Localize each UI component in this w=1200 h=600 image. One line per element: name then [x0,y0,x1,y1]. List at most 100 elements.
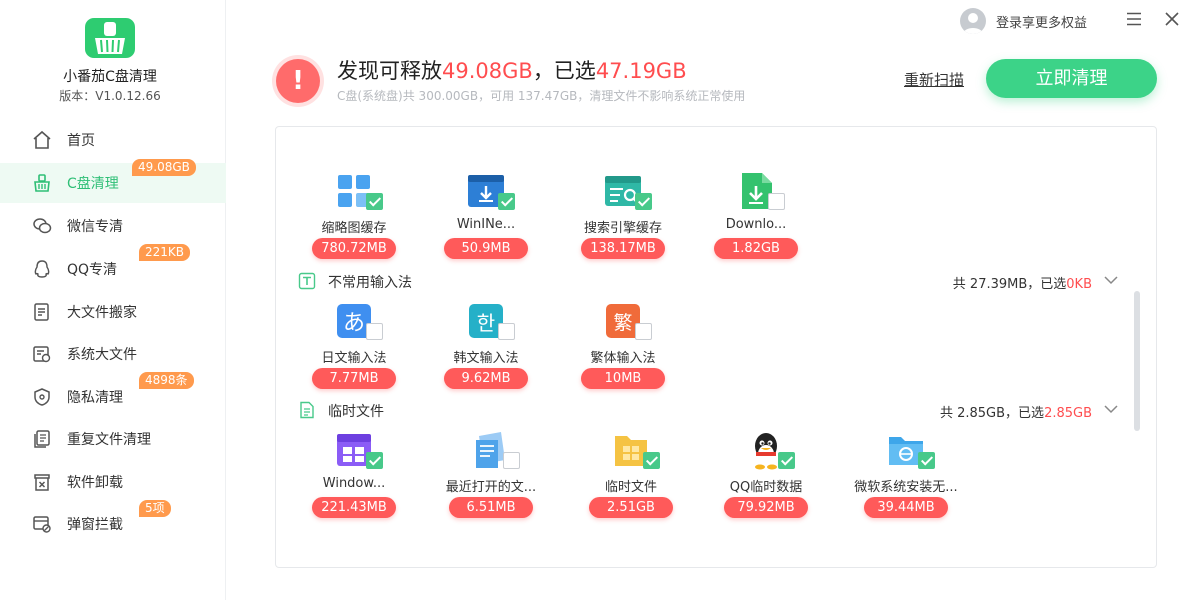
status-badge: 4898条 [139,372,194,389]
item-checkbox[interactable] [643,452,660,469]
list-item[interactable]: 缩略图缓存 780.72MB [289,171,419,261]
section-selected: 0KB [1066,277,1092,292]
item-size: 50.9MB [444,238,528,259]
item-name: Window... [322,476,386,491]
section-total: 共 2.85GB，已选 [939,406,1045,421]
item-checkbox[interactable] [498,193,515,210]
list-item[interactable]: 微软系统安装无... 39.44MB [841,430,971,520]
list-item[interactable]: 最近打开的文... 6.51MB [426,430,556,520]
item-name: WinINe... [456,217,516,232]
section-header-ime: 不常用输入法 共 27.39MB，已选0KB [276,269,1156,293]
item-size: 2.51GB [589,497,673,518]
sidebar-item-label: 重复文件清理 [67,432,151,448]
qq-icon [31,258,53,280]
sidebar-item-home[interactable]: 首页 [0,120,226,160]
free-size: 49.08GB [442,59,533,83]
chevron-down-icon[interactable] [1104,275,1118,285]
item-checkbox[interactable] [768,193,785,210]
clean-now-button[interactable]: 立即清理 [986,59,1157,98]
list-item[interactable]: 搜索引擎缓存 138.17MB [558,171,688,261]
item-name: 繁体输入法 [590,351,656,366]
item-name: 日文输入法 [321,351,387,366]
item-name: 韩文输入法 [453,351,519,366]
disk-info: C盘(系统盘)共 300.00GB，可用 137.47GB，清理文件不影响系统正… [337,89,746,103]
sidebar-item-popup-block[interactable]: 弹窗拦截 [0,504,226,544]
status-badge: 49.08GB [132,159,196,176]
sidebar-item-large-file-move[interactable]: 大文件搬家 [0,292,226,332]
sidebar-item-label: 首页 [67,133,95,149]
broom-icon [31,172,53,194]
list-item[interactable]: QQ临时数据 79.92MB [701,430,831,520]
section-selected: 2.85GB [1044,406,1092,421]
text-t-icon [298,272,316,290]
rescan-link[interactable]: 重新扫描 [904,69,964,90]
summary-prefix: 发现可释放 [337,59,442,83]
section-title: 不常用输入法 [328,275,412,291]
item-size: 10MB [581,368,665,389]
item-name: 临时文件 [604,480,657,495]
sidebar-item-uninstall[interactable]: 软件卸载 [0,462,226,502]
file-move-icon [31,301,53,323]
sidebar-item-label: 软件卸载 [67,475,123,491]
sidebar-item-label: C盘清理 [67,176,119,192]
temp-file-icon [300,401,314,419]
item-size: 9.62MB [444,368,528,389]
item-checkbox[interactable] [918,452,935,469]
login-link[interactable]: 登录享更多权益 [996,12,1087,31]
menu-icon[interactable] [1126,12,1142,26]
scrollbar[interactable] [1134,291,1140,431]
sidebar-item-wechat[interactable]: 微信专清 [0,206,226,246]
alert-icon: ! [276,59,320,103]
item-name: QQ临时数据 [729,480,803,495]
sidebar-item-system-large-files[interactable]: 系统大文件 [0,334,226,374]
status-badge: 5项 [139,500,171,517]
item-checkbox[interactable] [366,193,383,210]
list-item[interactable]: WinINe... 50.9MB [421,171,551,261]
sidebar-item-label: 弹窗拦截 [67,517,123,533]
list-item[interactable]: Window... 221.43MB [289,430,419,520]
app-logo-icon [85,18,135,58]
item-name: 搜索引擎缓存 [583,221,662,236]
section-summary: 共 2.85GB，已选2.85GB [940,402,1092,421]
popup-block-icon [31,513,53,535]
chevron-down-icon[interactable] [1104,404,1118,414]
item-name: 微软系统安装无... [854,480,958,495]
close-icon[interactable] [1164,11,1180,27]
item-checkbox[interactable] [366,452,383,469]
sidebar-item-label: 微信专清 [67,219,123,235]
scan-summary-title: 发现可释放49.08GB，已选47.19GB [337,55,687,85]
scan-results-panel: 缩略图缓存 780.72MB WinINe... 50.9MB 搜索引擎缓存 1… [275,126,1157,568]
brand: 小番茄C盘清理 版本：V1.0.12.66 [0,0,226,110]
item-checkbox[interactable] [503,452,520,469]
sidebar-item-label: 隐私清理 [67,390,123,406]
list-item[interactable]: あ 日文输入法 7.77MB [289,301,419,391]
item-name: 最近打开的文... [445,480,537,495]
sidebar-item-duplicate-clean[interactable]: 重复文件清理 [0,419,226,459]
item-checkbox[interactable] [366,323,383,340]
item-size: 7.77MB [312,368,396,389]
svg-text:繁: 繁 [613,312,632,334]
svg-text:あ: あ [343,311,365,336]
section-total: 共 27.39MB，已选 [952,277,1067,292]
avatar[interactable] [960,8,986,34]
section-summary: 共 27.39MB，已选0KB [953,273,1092,292]
item-size: 1.82GB [714,238,798,259]
list-item[interactable]: Downlo... 1.82GB [691,171,821,261]
item-checkbox[interactable] [498,323,515,340]
item-name: Downlo... [725,217,787,232]
item-name: 缩略图缓存 [321,221,387,236]
list-item[interactable]: 繁 繁体输入法 10MB [558,301,688,391]
summary-mid: ，已选 [532,59,596,83]
list-item[interactable]: 临时文件 2.51GB [566,430,696,520]
item-checkbox[interactable] [778,452,795,469]
section-title: 临时文件 [328,404,384,420]
app-name: 小番茄C盘清理 [63,69,157,85]
svg-text:한: 한 [477,311,495,335]
user-icon [963,13,983,34]
home-icon [31,129,53,151]
list-item[interactable]: 한 韩文输入法 9.62MB [421,301,551,391]
sidebar-item-qq[interactable]: QQ专清 [0,249,226,289]
item-checkbox[interactable] [635,193,652,210]
duplicate-file-icon [31,428,53,450]
item-checkbox[interactable] [635,323,652,340]
